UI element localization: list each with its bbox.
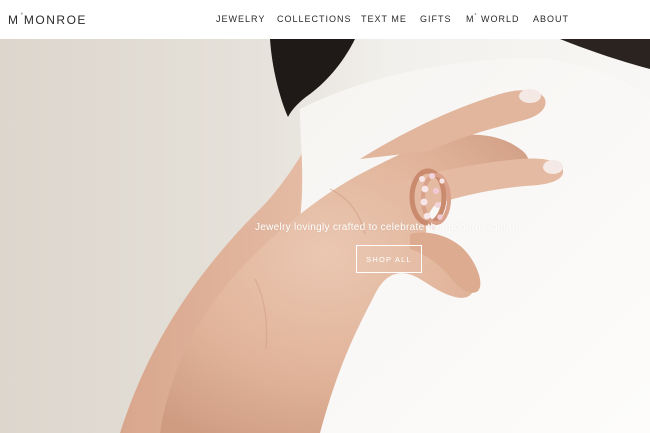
nail-2 xyxy=(543,160,563,174)
nav-m-world[interactable]: M° WORLD xyxy=(466,13,520,24)
hero-banner: Jewelry lovingly crafted to celebrate th… xyxy=(0,39,650,433)
nav-text-me[interactable]: TEXT ME xyxy=(361,14,407,24)
nav-collections[interactable]: COLLECTIONS xyxy=(277,14,352,24)
site-header: M°MONROE JEWELRY COLLECTIONS TEXT ME GIF… xyxy=(0,0,650,39)
nav-gifts[interactable]: GIFTS xyxy=(420,14,452,24)
nail-1 xyxy=(519,89,541,103)
nav-jewelry[interactable]: JEWELRY xyxy=(216,14,265,24)
shop-all-button[interactable]: SHOP ALL xyxy=(356,245,422,273)
nav-m-world-label: WORLD xyxy=(481,14,520,24)
nav-m-world-mark: ° xyxy=(474,13,478,19)
hero-image xyxy=(120,39,650,433)
nav-about[interactable]: ABOUT xyxy=(533,14,569,24)
main-nav: JEWELRY COLLECTIONS TEXT ME GIFTS M° WOR… xyxy=(0,0,650,39)
nav-m-world-prefix: M xyxy=(466,14,475,24)
hero-tagline: Jewelry lovingly crafted to celebrate th… xyxy=(254,222,522,233)
